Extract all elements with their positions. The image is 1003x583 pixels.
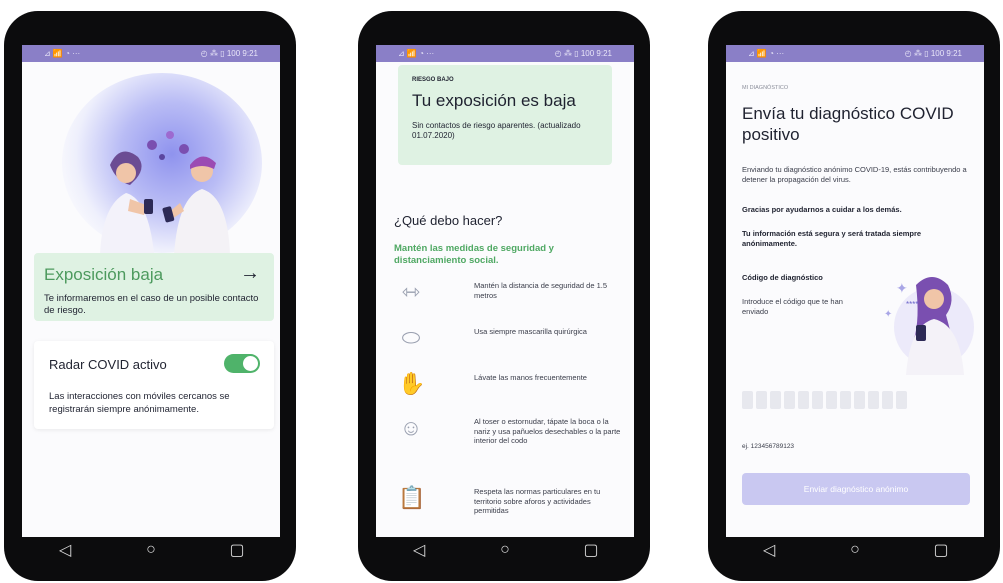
svg-text:****: **** bbox=[906, 300, 918, 309]
radar-title: Radar COVID activo bbox=[49, 357, 167, 372]
screen-risk: ⊿ 📶 ◔ ··· ◴ ⁂ ▯ 100 9:21 RIESGO BAJO Tu … bbox=[376, 45, 634, 537]
people-with-phones-illustration bbox=[100, 131, 230, 255]
code-digit-box[interactable] bbox=[840, 391, 851, 409]
back-icon[interactable]: ◁ bbox=[754, 540, 784, 560]
diagnosis-title: Envía tu diagnóstico COVID positivo bbox=[742, 104, 954, 144]
code-digit-box[interactable] bbox=[826, 391, 837, 409]
radar-description: Las interacciones con móviles cercanos s… bbox=[49, 391, 230, 415]
toggle-knob bbox=[243, 356, 258, 371]
phone-1: ⊿ 📶 ◔ ··· ◴ ⁂ ▯ 100 9:21 Exposición baja bbox=[4, 11, 296, 581]
code-digit-box[interactable] bbox=[896, 391, 907, 409]
code-digit-box[interactable] bbox=[770, 391, 781, 409]
code-input[interactable] bbox=[742, 391, 907, 409]
code-digit-box[interactable] bbox=[756, 391, 767, 409]
code-digit-box[interactable] bbox=[868, 391, 879, 409]
what-to-do-heading: ¿Qué debo hacer? bbox=[394, 213, 503, 228]
tip-text: Al toser o estornudar, tápate la boca o … bbox=[474, 417, 621, 445]
status-bar: ⊿ 📶 ◔ ··· ◴ ⁂ ▯ 100 9:21 bbox=[22, 45, 280, 62]
mask-icon: ⬭ bbox=[401, 325, 421, 350]
handwash-icon: ✋ bbox=[398, 371, 426, 396]
code-digit-box[interactable] bbox=[742, 391, 753, 409]
distance-icon: ⇿ bbox=[401, 279, 421, 304]
home-icon[interactable]: ○ bbox=[490, 541, 520, 559]
code-digit-box[interactable] bbox=[812, 391, 823, 409]
risk-description: Sin contactos de riesgo aparentes. (actu… bbox=[412, 121, 581, 140]
recents-icon[interactable]: ▢ bbox=[926, 540, 956, 560]
risk-title: Tu exposición es baja bbox=[412, 91, 576, 110]
status-right: ◴ ⁂ ▯ 100 9:21 bbox=[904, 49, 962, 58]
radar-card: Radar COVID activo Las interacciones con… bbox=[34, 341, 274, 429]
svg-text:✦: ✦ bbox=[884, 309, 892, 320]
exposure-description: Te informaremos en el caso de un posible… bbox=[44, 293, 259, 316]
diagnosis-intro: Enviando tu diagnóstico anónimo COVID-19… bbox=[742, 165, 967, 184]
status-left: ⊿ 📶 ◔ ··· bbox=[44, 49, 81, 58]
android-nav-bar: ◁ ○ ▢ bbox=[376, 529, 634, 571]
clipboard-icon: 📋 bbox=[398, 485, 426, 510]
recents-icon[interactable]: ▢ bbox=[222, 540, 252, 560]
what-to-do-subheading: Mantén las medidas de seguridad y distan… bbox=[394, 243, 554, 266]
home-icon[interactable]: ○ bbox=[840, 541, 870, 559]
woman-with-phone-illustration: ✦ **** ✦ bbox=[884, 277, 974, 375]
tip-text: Mantén la distancia de seguridad de 1.5 … bbox=[474, 281, 608, 300]
status-left: ⊿ 📶 ◔ ··· bbox=[748, 49, 785, 58]
tip-text: Respeta las normas particulares en tu te… bbox=[474, 487, 601, 515]
status-bar: ⊿ 📶 ◔ ··· ◴ ⁂ ▯ 100 9:21 bbox=[376, 45, 634, 62]
tip-text: Lávate las manos frecuentemente bbox=[474, 373, 587, 382]
code-digit-box[interactable] bbox=[798, 391, 809, 409]
code-digit-box[interactable] bbox=[882, 391, 893, 409]
status-left: ⊿ 📶 ◔ ··· bbox=[398, 49, 435, 58]
back-icon[interactable]: ◁ bbox=[50, 540, 80, 560]
radar-toggle[interactable] bbox=[224, 354, 260, 373]
home-icon[interactable]: ○ bbox=[136, 541, 166, 559]
tip-text: Usa siempre mascarilla quirúrgica bbox=[474, 327, 587, 336]
svg-text:✦: ✦ bbox=[896, 280, 908, 296]
risk-eyebrow: RIESGO BAJO bbox=[412, 77, 454, 83]
phone-3: ⊿ 📶 ◔ ··· ◴ ⁂ ▯ 100 9:21 MI DIAGNÓSTICO … bbox=[708, 11, 1000, 581]
screen-home: ⊿ 📶 ◔ ··· ◴ ⁂ ▯ 100 9:21 Exposición baja bbox=[22, 45, 280, 537]
status-right: ◴ ⁂ ▯ 100 9:21 bbox=[554, 49, 612, 58]
status-right: ◴ ⁂ ▯ 100 9:21 bbox=[200, 49, 258, 58]
arrow-right-icon[interactable]: → bbox=[240, 262, 260, 285]
risk-card: RIESGO BAJO Tu exposición es baja Sin co… bbox=[398, 65, 612, 165]
cough-icon: ☺ bbox=[399, 415, 423, 440]
exposure-card[interactable]: Exposición baja → Te informaremos en el … bbox=[34, 253, 274, 321]
diagnosis-thanks: Gracias por ayudarnos a cuidar a los dem… bbox=[742, 205, 902, 214]
phone-2: ⊿ 📶 ◔ ··· ◴ ⁂ ▯ 100 9:21 RIESGO BAJO Tu … bbox=[358, 11, 650, 581]
recents-icon[interactable]: ▢ bbox=[576, 540, 606, 560]
exposure-title: Exposición baja bbox=[44, 265, 164, 284]
screen-diagnosis: ⊿ 📶 ◔ ··· ◴ ⁂ ▯ 100 9:21 MI DIAGNÓSTICO … bbox=[726, 45, 984, 537]
android-nav-bar: ◁ ○ ▢ bbox=[22, 529, 280, 571]
code-hint: Introduce el código que te han enviado bbox=[742, 297, 843, 316]
send-diagnosis-button[interactable]: Enviar diagnóstico anónimo bbox=[742, 473, 970, 505]
back-icon[interactable]: ◁ bbox=[404, 540, 434, 560]
code-digit-box[interactable] bbox=[854, 391, 865, 409]
status-bar: ⊿ 📶 ◔ ··· ◴ ⁂ ▯ 100 9:21 bbox=[726, 45, 984, 62]
code-example: ej. 123456789123 bbox=[742, 443, 795, 450]
diagnosis-privacy: Tu información está segura y será tratad… bbox=[742, 229, 922, 248]
code-digit-box[interactable] bbox=[784, 391, 795, 409]
code-label: Código de diagnóstico bbox=[742, 273, 823, 282]
diagnosis-eyebrow: MI DIAGNÓSTICO bbox=[742, 85, 789, 91]
android-nav-bar: ◁ ○ ▢ bbox=[726, 529, 984, 571]
